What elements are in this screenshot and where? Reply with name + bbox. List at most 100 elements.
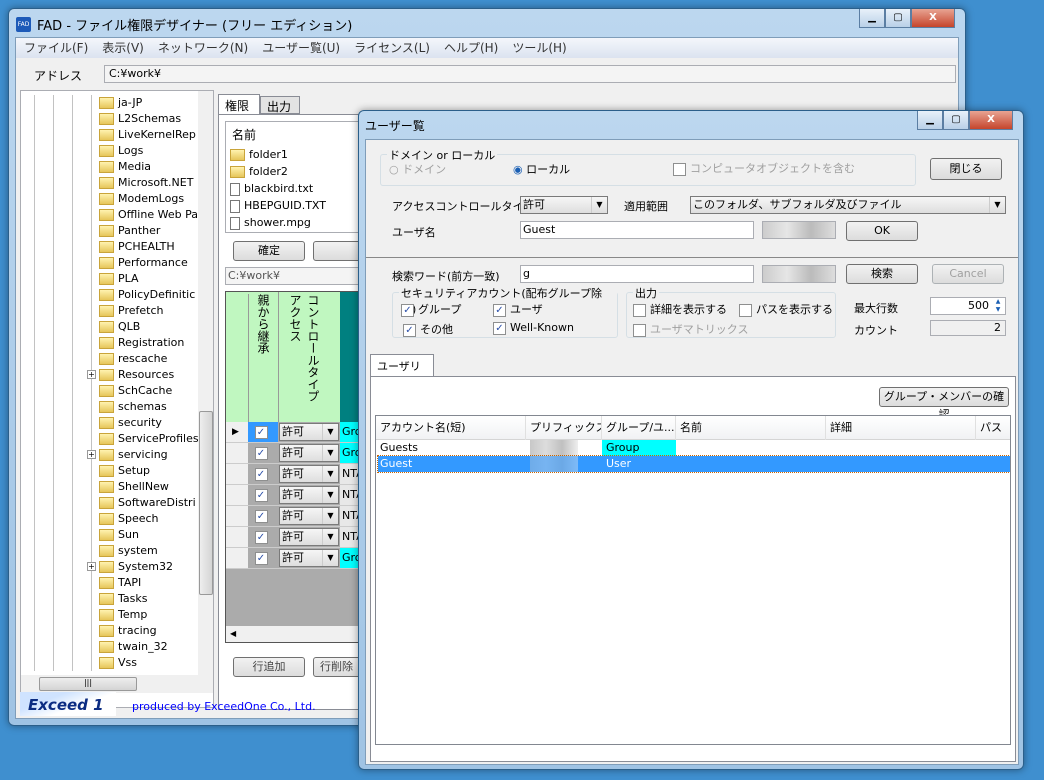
tree-item[interactable]: PCHEALTH (21, 239, 175, 255)
dialog-close-button[interactable]: X (969, 111, 1013, 130)
user-row[interactable]: Guest User (377, 455, 1010, 473)
ok-button[interactable]: OK (846, 221, 918, 241)
inherit-checkbox[interactable]: ✓ (254, 551, 268, 565)
inherit-checkbox[interactable]: ✓ (254, 467, 268, 481)
minimize-button[interactable]: ▁ (859, 9, 885, 28)
grid-header-control-type[interactable]: コントロールタイプ (305, 294, 322, 402)
tree-item[interactable]: SchCache (21, 383, 172, 399)
tree-item[interactable]: L2Schemas (21, 111, 181, 127)
tree-item[interactable]: schemas (21, 399, 167, 415)
tree-item[interactable]: system (21, 543, 158, 559)
stepper-arrows-icon[interactable]: ▲ ▼ (992, 298, 1004, 314)
tree-item[interactable]: TAPI (21, 575, 141, 591)
tree-item[interactable]: PolicyDefinitic (21, 287, 195, 303)
inherit-checkbox[interactable]: ✓ (254, 509, 268, 523)
tree-item[interactable]: Sun (21, 527, 139, 543)
tree-item[interactable]: rescache (21, 351, 167, 367)
tree-item[interactable]: Panther (21, 223, 160, 239)
permission-grid[interactable]: 親から継承 コントロールタイプ アクセス ▶ ✓ 許可 ▼ Grou ✓ 許可 ▼ Grou ✓ 許… (225, 291, 375, 643)
column-header[interactable]: パス (976, 416, 1010, 440)
column-header[interactable]: プリフィックス... (526, 416, 602, 440)
tree-item[interactable]: Performance (21, 255, 188, 271)
column-header[interactable]: グループ/ユ... (602, 416, 676, 440)
file-list[interactable]: 名前 folder1 folder2 blackbird.txt HBEPGUID.T… (225, 121, 375, 233)
scroll-thumb[interactable] (199, 411, 213, 595)
tree-item[interactable]: Setup (21, 463, 150, 479)
tree-item[interactable]: LiveKernelRep (21, 127, 196, 143)
tree-vertical-scrollbar[interactable] (198, 91, 213, 675)
row-header[interactable] (226, 548, 248, 568)
tree-item[interactable]: ServiceProfiles (21, 431, 199, 447)
tree-item[interactable]: security (21, 415, 162, 431)
file-item[interactable]: HBEPGUID.TXT (230, 197, 326, 214)
tree-item[interactable]: Tasks (21, 591, 147, 607)
control-type-select[interactable]: 許可 ▼ (279, 528, 339, 546)
tree-item[interactable]: Registration (21, 335, 184, 351)
control-type-select[interactable]: 許可 ▼ (279, 444, 339, 462)
grid-row[interactable]: ✓ 許可 ▼ NTA (226, 527, 374, 548)
tree-item[interactable]: Vss (21, 655, 137, 671)
menu-item[interactable]: ツール(H) (512, 38, 566, 58)
radio-domain[interactable]: ○ ドメイン (389, 161, 446, 177)
row-header[interactable] (226, 464, 248, 484)
menu-item[interactable]: 表示(V) (102, 38, 144, 58)
menu-item[interactable]: ネットワーク(N) (158, 38, 248, 58)
tree-item[interactable]: Logs (21, 143, 143, 159)
inherit-cell[interactable]: ✓ (248, 464, 278, 484)
tab-permission[interactable]: 権限 (218, 94, 260, 114)
group-member-button[interactable]: グループ・メンバーの確認 (879, 387, 1009, 421)
show-path-checkbox[interactable]: パスを表示する (739, 301, 833, 317)
control-type-select[interactable]: 許可 ▼ (279, 465, 339, 483)
row-header[interactable] (226, 527, 248, 547)
access-type-select[interactable]: 許可 ▼ (520, 196, 608, 214)
grid-row[interactable]: ▶ ✓ 許可 ▼ Grou (226, 422, 374, 443)
row-header[interactable] (226, 485, 248, 505)
tree-item[interactable]: Media (21, 159, 151, 175)
tree-item[interactable]: PLA (21, 271, 139, 287)
tree-item[interactable]: twain_32 (21, 639, 168, 655)
inherit-cell[interactable]: ✓ (248, 506, 278, 526)
inherit-cell[interactable]: ✓ (248, 485, 278, 505)
show-detail-checkbox[interactable]: 詳細を表示する (633, 301, 727, 317)
column-header[interactable]: 名前 (676, 416, 826, 440)
well-known-checkbox[interactable]: ✓ Well-Known (493, 321, 574, 335)
tree-item[interactable]: tracing (21, 623, 157, 639)
column-header[interactable]: 詳細 (826, 416, 976, 440)
search-button[interactable]: 検索 (846, 264, 918, 284)
tab-output[interactable]: 出力 (260, 96, 300, 114)
inherit-checkbox[interactable]: ✓ (254, 446, 268, 460)
tree-item[interactable]: ModemLogs (21, 191, 184, 207)
tree-item[interactable]: QLB (21, 319, 140, 335)
radio-local[interactable]: ◉ ローカル (513, 161, 570, 177)
grid-header-access[interactable]: アクセス (287, 294, 304, 342)
other-checkbox[interactable]: ✓ その他 (403, 321, 453, 337)
folder-tree[interactable]: ja-JP L2Schemas LiveKernelRep Logs Media Micr… (20, 90, 214, 708)
include-computer-checkbox[interactable]: コンピュータオブジェクトを含む (673, 160, 855, 176)
grid-row[interactable]: ✓ 許可 ▼ NTA (226, 464, 374, 485)
username-field[interactable]: Guest (520, 221, 754, 239)
close-dialog-button[interactable]: 閉じる (930, 158, 1002, 180)
dialog-minimize-button[interactable]: ▁ (917, 111, 943, 130)
file-item[interactable]: folder1 (230, 146, 326, 163)
expand-icon[interactable]: + (87, 450, 96, 459)
control-type-select[interactable]: 許可 ▼ (279, 486, 339, 504)
tree-item[interactable]: + System32 (21, 559, 173, 575)
row-header[interactable]: ▶ (226, 422, 248, 442)
column-header[interactable]: アカウント名(短) (376, 416, 526, 440)
close-button[interactable]: X (911, 9, 955, 28)
confirm-button[interactable]: 確定 (233, 241, 305, 261)
user-matrix-checkbox[interactable]: ユーザマトリックス (633, 321, 748, 337)
scope-select[interactable]: このフォルダ、サブフォルダ及びファイル ▼ (690, 196, 1006, 214)
row-header[interactable] (226, 443, 248, 463)
tree-item[interactable]: + Resources (21, 367, 174, 383)
file-item[interactable]: shower.mpg (230, 214, 326, 231)
grid-header-inherit[interactable]: 親から継承 (248, 294, 278, 422)
inherit-cell[interactable]: ✓ (248, 548, 278, 568)
inherit-checkbox[interactable]: ✓ (254, 530, 268, 544)
tree-item[interactable]: Temp (21, 607, 147, 623)
user-table[interactable]: アカウント名(短)プリフィックス...グループ/ユ...名前詳細パス Guest… (375, 415, 1011, 745)
expand-icon[interactable]: + (87, 370, 96, 379)
file-item[interactable]: folder2 (230, 163, 326, 180)
tree-item[interactable]: Speech (21, 511, 159, 527)
inherit-cell[interactable]: ✓ (248, 422, 278, 442)
